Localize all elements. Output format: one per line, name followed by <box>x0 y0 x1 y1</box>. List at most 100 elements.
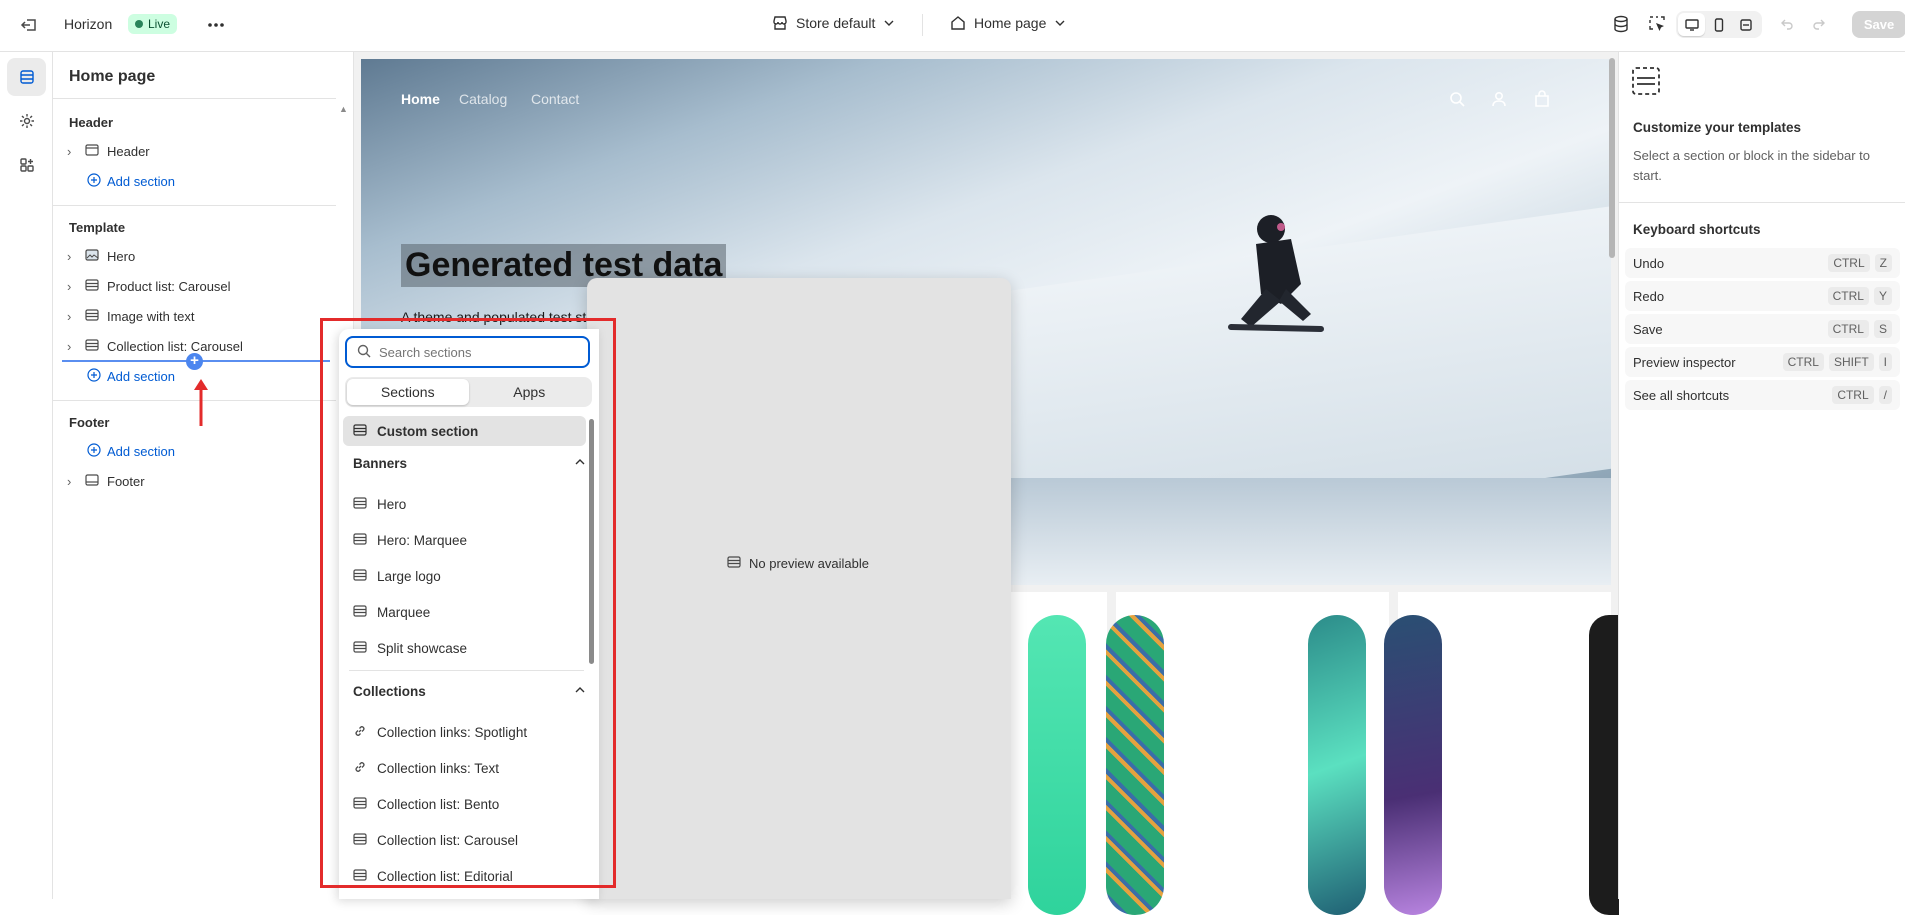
search-sections-field[interactable] <box>345 336 590 368</box>
nav-catalog[interactable]: Catalog <box>459 91 507 107</box>
tree-item-product-list[interactable]: › Product list: Carousel <box>67 275 231 297</box>
sections-icon[interactable] <box>7 58 46 96</box>
divider <box>349 670 584 671</box>
list-item-custom-section[interactable]: Custom section <box>343 416 586 446</box>
section-icon <box>353 496 367 513</box>
item-label: Collection links: Text <box>377 760 500 776</box>
tab-apps[interactable]: Apps <box>469 379 591 405</box>
section-icon <box>85 143 99 160</box>
key-chip: CTRL <box>1827 287 1869 305</box>
list-item[interactable]: Collection list: Editorial <box>343 861 586 891</box>
tree-item-hero[interactable]: › Hero <box>67 245 135 267</box>
nav-contact[interactable]: Contact <box>531 91 579 107</box>
status-badge: Live <box>128 14 178 34</box>
apps-icon[interactable] <box>7 146 46 184</box>
shortcut-row: Redo CTRL Y <box>1625 281 1900 311</box>
tree-item-image-with-text[interactable]: › Image with text <box>67 305 194 327</box>
nav-home[interactable]: Home <box>401 91 440 107</box>
preview-scrollbar[interactable] <box>1609 58 1615 258</box>
divider <box>53 98 336 99</box>
shortcut-row: Save CTRL S <box>1625 314 1900 344</box>
picker-scrollbar[interactable] <box>589 419 594 664</box>
mobile-icon[interactable] <box>1705 13 1732 36</box>
list-item[interactable]: Hero <box>343 489 586 519</box>
category-collections[interactable]: Collections <box>353 684 586 699</box>
add-section-label: Add section <box>107 173 175 189</box>
snowboarder-image <box>1228 215 1324 332</box>
add-section-button[interactable]: Add section <box>87 365 175 387</box>
no-preview-label: No preview available <box>749 556 869 571</box>
cart-icon[interactable] <box>1534 90 1550 111</box>
chevron-up-icon[interactable] <box>574 684 586 699</box>
database-icon[interactable] <box>1612 15 1630 33</box>
list-item[interactable]: Large logo <box>343 561 586 591</box>
search-input[interactable] <box>379 344 559 360</box>
list-item[interactable]: Collection links: Text <box>343 753 586 783</box>
section-icon <box>727 555 741 572</box>
tab-sections[interactable]: Sections <box>347 379 469 405</box>
desktop-icon[interactable] <box>1678 13 1705 36</box>
page-selector[interactable]: Home page <box>950 15 1066 31</box>
chevron-right-icon[interactable]: › <box>67 474 77 489</box>
redo-icon[interactable] <box>1812 17 1826 31</box>
section-icon <box>353 640 367 657</box>
undo-icon[interactable] <box>1780 17 1794 31</box>
search-icon <box>357 344 371 361</box>
home-icon <box>950 15 966 31</box>
scroll-up-icon[interactable]: ▲ <box>339 104 348 114</box>
key-chip: CTRL <box>1782 353 1824 371</box>
theme-selector[interactable]: Store default <box>772 15 895 31</box>
chevron-right-icon[interactable]: › <box>67 309 77 324</box>
account-icon[interactable] <box>1491 91 1507 110</box>
tree-item-label: Header <box>107 143 150 159</box>
chevron-right-icon[interactable]: › <box>67 279 77 294</box>
shortcut-row[interactable]: See all shortcuts CTRL / <box>1625 380 1900 410</box>
sections-sidebar: Home page ▲ Header › Header Add section … <box>53 52 354 899</box>
group-header-label: Header <box>69 115 114 130</box>
more-icon[interactable] <box>206 16 226 34</box>
category-banners[interactable]: Banners <box>353 456 586 471</box>
list-item[interactable]: Collection list: Bento <box>343 789 586 819</box>
chevron-right-icon[interactable]: › <box>67 339 77 354</box>
tree-item-header[interactable]: › Header <box>67 140 150 162</box>
chevron-right-icon[interactable]: › <box>67 144 77 159</box>
section-icon <box>353 832 367 849</box>
group-template-label: Template <box>69 220 126 235</box>
chevron-up-icon[interactable] <box>574 456 586 471</box>
save-button[interactable]: Save <box>1852 11 1905 38</box>
category-label: Banners <box>353 456 408 471</box>
exit-icon[interactable] <box>20 16 38 34</box>
shortcut-row: Preview inspector CTRL SHIFT I <box>1625 347 1900 377</box>
list-item[interactable]: Hero: Marquee <box>343 525 586 555</box>
shortcut-label: Redo <box>1633 288 1665 304</box>
viewport-switcher <box>1676 11 1762 38</box>
store-icon <box>772 15 788 31</box>
divider <box>1619 202 1905 203</box>
key-chip: Y <box>1873 287 1892 305</box>
add-section-button[interactable]: Add section <box>87 440 175 462</box>
add-section-label: Add section <box>107 443 175 459</box>
shortcut-label: Preview inspector <box>1633 354 1736 370</box>
add-section-button[interactable]: Add section <box>87 170 175 192</box>
key-chip: Z <box>1874 254 1892 272</box>
list-item[interactable]: Split showcase <box>343 633 586 663</box>
insert-plus-icon[interactable]: + <box>186 353 203 370</box>
tree-item-collection-list[interactable]: › Collection list: Carousel <box>67 335 243 357</box>
theme-selector-label: Store default <box>796 15 876 31</box>
section-icon <box>85 338 99 355</box>
plus-circle-icon <box>87 172 101 190</box>
list-item[interactable]: Marquee <box>343 597 586 627</box>
inspector-icon[interactable] <box>1648 15 1666 33</box>
chevron-down-icon <box>883 17 895 29</box>
shortcut-row: Undo CTRL Z <box>1625 248 1900 278</box>
list-item[interactable]: Collection list: Carousel <box>343 825 586 855</box>
gear-icon[interactable] <box>7 102 46 140</box>
shortcut-label: See all shortcuts <box>1633 387 1730 403</box>
search-icon[interactable] <box>1449 91 1465 110</box>
fullwidth-icon[interactable] <box>1732 13 1759 36</box>
chevron-right-icon[interactable]: › <box>67 249 77 264</box>
section-preview-pane: No preview available <box>587 278 1011 899</box>
key-chip: / <box>1878 386 1892 404</box>
tree-item-footer[interactable]: › Footer <box>67 470 145 492</box>
list-item[interactable]: Collection links: Spotlight <box>343 717 586 747</box>
